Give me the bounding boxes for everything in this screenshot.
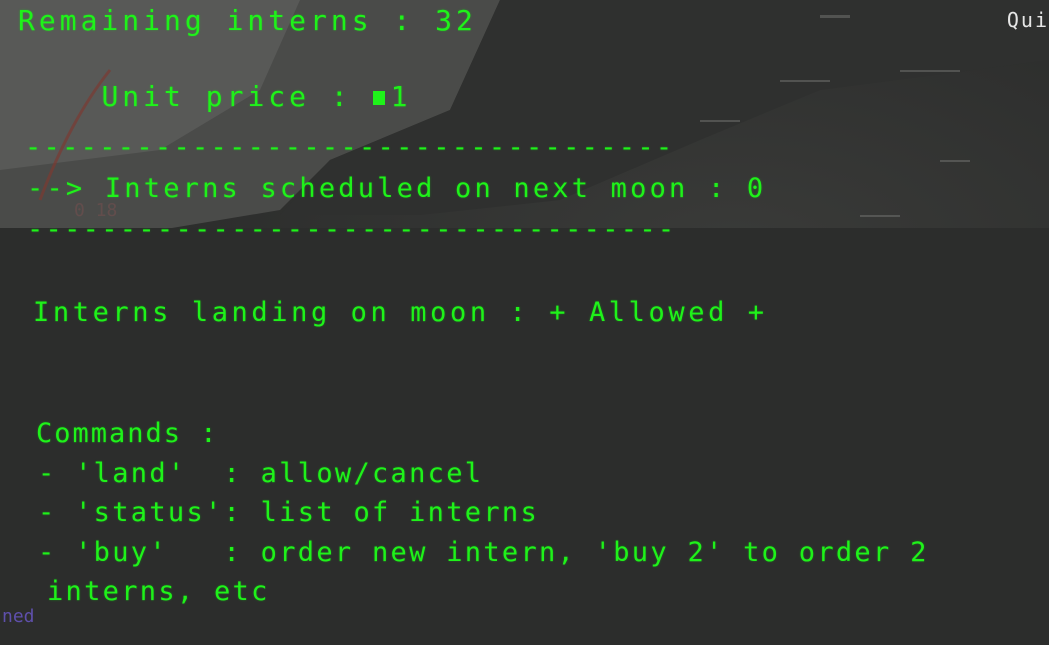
scheduled-interns-line: --> Interns scheduled on next moon : 0 xyxy=(27,173,767,204)
command-status: - 'status': list of interns xyxy=(38,497,539,528)
faded-text: ned xyxy=(2,606,35,627)
remaining-interns-label: Remaining interns : 32 xyxy=(18,4,477,37)
game-viewport: Remaining interns : 32 Unit price : 1 --… xyxy=(0,0,1049,645)
commands-header: Commands : xyxy=(36,418,219,449)
unit-price-value: 1 xyxy=(390,80,412,113)
divider-top: ----------------------------------- xyxy=(25,132,675,163)
landing-status-line: Interns landing on moon : + Allowed + xyxy=(33,297,768,328)
divider-bottom: ----------------------------------- xyxy=(27,214,677,245)
command-land: - 'land' : allow/cancel xyxy=(38,458,484,489)
unit-price-label: Unit price : xyxy=(101,80,373,113)
command-buy: - 'buy' : order new intern, 'buy 2' to o… xyxy=(38,537,929,568)
faded-numbers: 0 18 xyxy=(74,200,118,221)
command-buy-continued: interns, etc xyxy=(47,576,270,607)
quit-button[interactable]: Qui xyxy=(1007,8,1049,32)
credit-icon xyxy=(372,91,385,105)
